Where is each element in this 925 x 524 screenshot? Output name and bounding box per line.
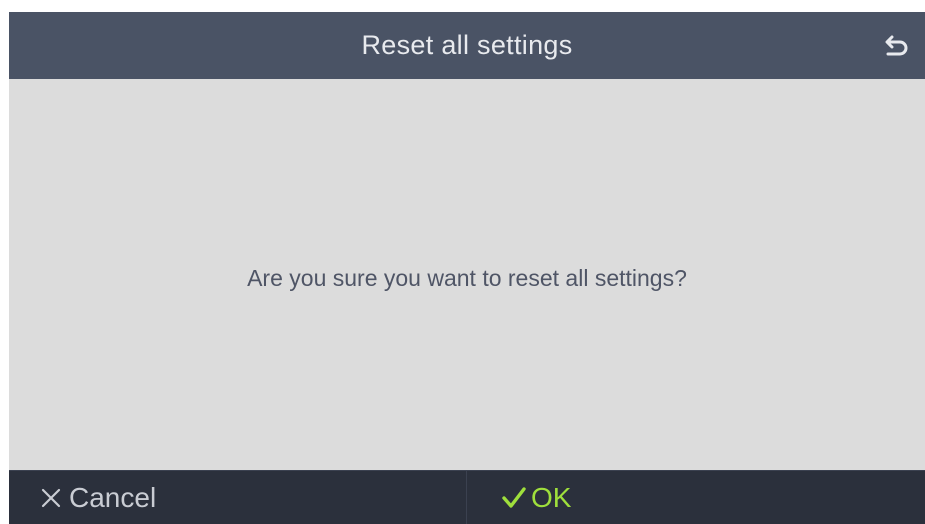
ok-label: OK xyxy=(531,482,572,513)
close-icon xyxy=(39,486,63,510)
back-button[interactable] xyxy=(877,26,917,66)
dialog-body: Are you sure you want to reset all setti… xyxy=(9,79,925,470)
title-bar: Reset all settings xyxy=(9,12,925,79)
reset-settings-screen: Reset all settings Are you sure you want… xyxy=(9,12,925,524)
ok-button[interactable]: OK xyxy=(467,471,925,524)
cancel-label: Cancel xyxy=(69,482,157,513)
confirmation-message: Are you sure you want to reset all setti… xyxy=(247,265,687,291)
page-title: Reset all settings xyxy=(361,30,573,60)
back-arrow-icon xyxy=(883,32,911,60)
cancel-button[interactable]: Cancel xyxy=(9,471,467,524)
checkmark-icon xyxy=(501,486,527,510)
action-bar: Cancel OK xyxy=(9,470,925,524)
